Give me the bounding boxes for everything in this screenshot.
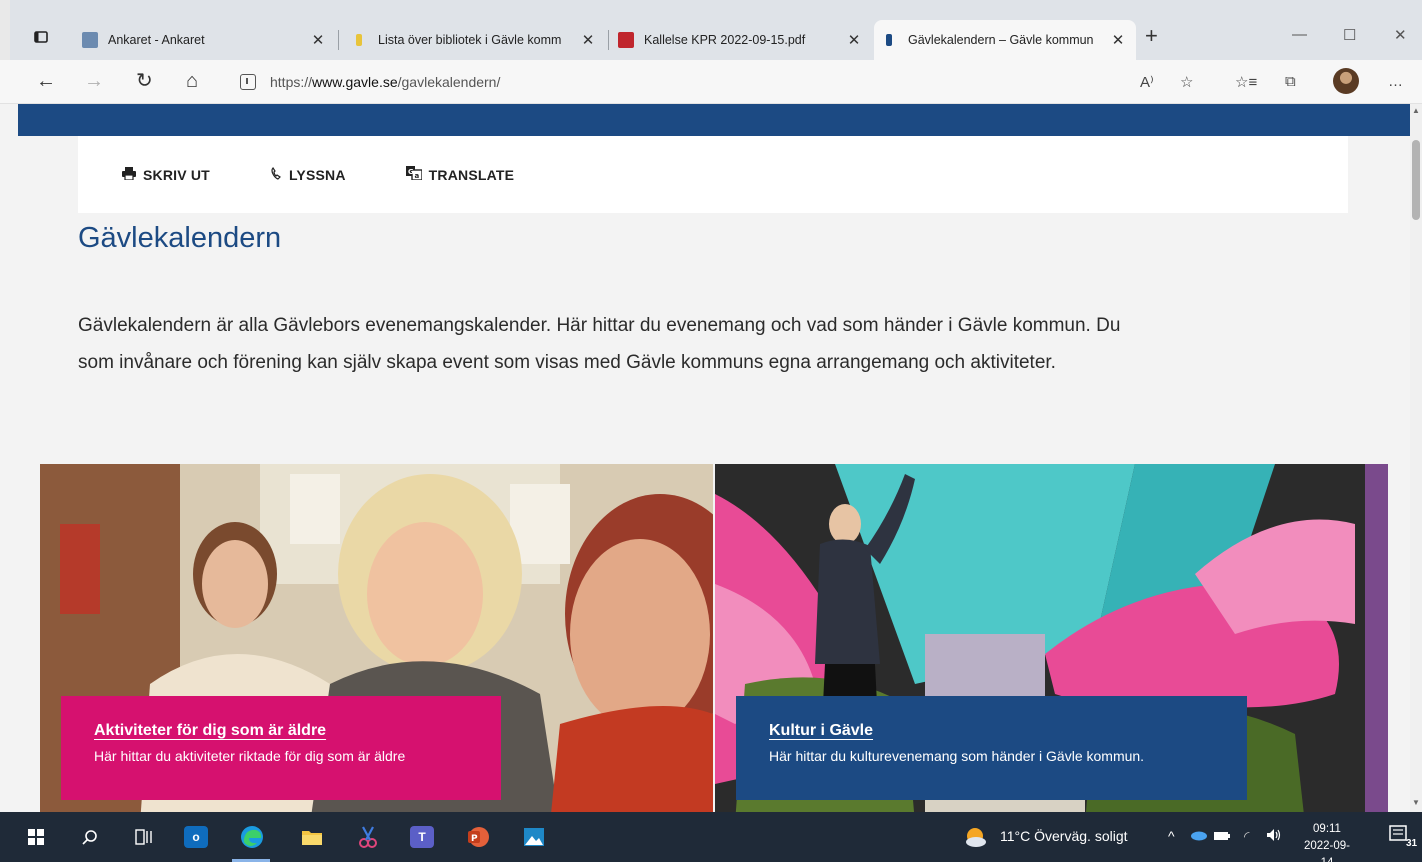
listen-icon	[270, 166, 282, 183]
show-hidden-icons-icon[interactable]: ^	[1168, 828, 1175, 844]
libraries-favicon-icon	[356, 34, 362, 46]
listen-label: LYSSNA	[288, 166, 346, 183]
elderly-activities-card[interactable]: Aktiviteter för dig som är äldre Här hit…	[40, 464, 713, 812]
svg-text:a: a	[414, 172, 419, 180]
task-view-icon[interactable]	[130, 823, 158, 851]
scrollbar-thumb[interactable]	[1412, 140, 1420, 220]
translate-label: TRANSLATE	[428, 166, 515, 183]
page-title: Gävlekalendern	[78, 222, 282, 254]
tab-title: Lista över bibliotek i Gävle komm	[378, 33, 562, 47]
culture-link[interactable]: Kultur i Gävle	[769, 722, 873, 740]
window-edge	[0, 0, 10, 60]
elderly-activities-description: Här hittar du aktiviteter riktade för di…	[94, 748, 406, 764]
translate-button[interactable]: Ga TRANSLATE	[405, 166, 515, 183]
minimize-icon[interactable]: —	[1292, 26, 1307, 43]
print-label: SKRIV UT	[143, 166, 210, 183]
search-icon[interactable]	[76, 823, 104, 851]
page-viewport: SKRIV UT LYSSNA Ga TRANSLATE Gävlekalend…	[10, 104, 1410, 812]
tab-pdf[interactable]: Kallelse KPR 2022-09-15.pdf ✕	[610, 20, 872, 60]
teams-icon[interactable]: T	[408, 823, 436, 851]
site-header-bar	[18, 104, 1410, 136]
tab-title: Kallelse KPR 2022-09-15.pdf	[644, 33, 806, 47]
home-icon[interactable]: ⌂	[186, 70, 198, 92]
notification-count: 31	[1406, 838, 1418, 849]
print-icon	[122, 166, 136, 183]
maximize-icon[interactable]: ☐	[1343, 26, 1356, 44]
collections-icon[interactable]: ⧉	[1285, 73, 1296, 90]
category-cards: Aktiviteter för dig som är äldre Här hit…	[40, 464, 1388, 812]
culture-description: Här hittar du kulturevenemang som händer…	[769, 748, 1145, 764]
listen-button[interactable]: LYSSNA	[270, 167, 346, 183]
translate-icon: Ga	[405, 166, 423, 183]
refresh-icon[interactable]: ↻	[136, 70, 153, 92]
onedrive-icon[interactable]	[1190, 828, 1208, 844]
svg-text:P: P	[471, 834, 478, 844]
scroll-up-icon[interactable]: ▲	[1412, 106, 1420, 115]
elderly-activities-caption: Aktiviteter för dig som är äldre Här hit…	[61, 696, 501, 800]
read-aloud-icon[interactable]: A⁾	[1140, 73, 1154, 91]
start-windows-icon[interactable]	[22, 823, 50, 851]
volume-icon[interactable]	[1266, 828, 1282, 845]
add-favorite-icon[interactable]: ☆	[1180, 73, 1193, 91]
tab-ankaret[interactable]: Ankaret - Ankaret ✕	[74, 20, 336, 60]
close-tab-icon[interactable]: ✕	[578, 31, 598, 49]
pdf-favicon-icon	[618, 32, 634, 48]
close-window-icon[interactable]: ✕	[1394, 26, 1407, 44]
tab-strip: Ankaret - Ankaret ✕ Lista över bibliotek…	[0, 0, 1422, 60]
photos-icon[interactable]	[520, 823, 548, 851]
close-tab-icon[interactable]: ✕	[844, 31, 864, 49]
tab-separator	[608, 30, 609, 50]
culture-card[interactable]: Kultur i Gävle Här hittar du kulturevene…	[715, 464, 1388, 812]
url-field[interactable]: https://www.gavle.se/gavlekalendern/	[240, 68, 1120, 96]
address-bar: ← → ↻ ⌂ https://www.gavle.se/gavlekalend…	[0, 60, 1422, 104]
intro-text: Gävlekalendern är alla Gävlebors evenema…	[78, 315, 1121, 373]
svg-text:G: G	[408, 168, 414, 176]
back-icon[interactable]: ←	[36, 70, 56, 92]
tab-title: Gävlekalendern – Gävle kommun	[908, 33, 1094, 47]
clock-time: 09:11	[1313, 823, 1341, 835]
tab-title: Ankaret - Ankaret	[108, 33, 205, 47]
tab-actions-icon[interactable]	[30, 26, 52, 48]
tab-separator	[338, 30, 339, 50]
site-info-icon[interactable]	[240, 74, 256, 90]
vertical-scrollbar[interactable]: ▲ ▼	[1410, 104, 1422, 812]
print-button[interactable]: SKRIV UT	[122, 166, 210, 183]
powerpoint-icon[interactable]: P	[464, 823, 492, 851]
outlook-icon[interactable]: o	[182, 823, 210, 851]
favorites-icon[interactable]: ☆≡	[1235, 73, 1257, 91]
settings-menu-icon[interactable]: …	[1388, 73, 1403, 90]
url-prefix: https://	[270, 74, 313, 90]
profile-avatar[interactable]	[1333, 68, 1359, 94]
snipping-tool-icon[interactable]	[354, 823, 382, 851]
gavle-favicon-icon	[886, 34, 892, 46]
edge-browser-icon[interactable]	[238, 823, 266, 851]
scroll-down-icon[interactable]: ▼	[1412, 798, 1420, 807]
ankaret-favicon-icon	[82, 32, 98, 48]
culture-caption: Kultur i Gävle Här hittar du kulturevene…	[736, 696, 1247, 800]
weather-icon[interactable]	[963, 826, 987, 851]
weather-text[interactable]: 11°C Överväg. soligt	[1000, 828, 1128, 844]
file-explorer-icon[interactable]	[298, 823, 326, 851]
url-host: www.gavle.se	[312, 74, 398, 90]
url-path: /gavlekalendern/	[397, 74, 501, 90]
forward-icon[interactable]: →	[84, 70, 104, 92]
new-tab-icon[interactable]: +	[1145, 25, 1158, 47]
page-tools: SKRIV UT LYSSNA Ga TRANSLATE	[78, 136, 1348, 213]
tab-libraries[interactable]: Lista över bibliotek i Gävle komm ✕	[344, 20, 606, 60]
tab-gavlekalendern[interactable]: Gävlekalendern – Gävle kommun ✕	[874, 20, 1136, 60]
windows-taskbar: o T P 11°C Överväg. soligt ^ ◜ 09:11 202…	[0, 812, 1422, 862]
battery-icon[interactable]	[1214, 828, 1230, 844]
close-tab-icon[interactable]: ✕	[1108, 31, 1128, 49]
system-clock[interactable]: 09:11 2022-09-14	[1300, 821, 1354, 862]
elderly-activities-link[interactable]: Aktiviteter för dig som är äldre	[94, 722, 326, 740]
network-icon[interactable]: ◜	[1244, 828, 1249, 845]
clock-date: 2022-09-14	[1303, 840, 1351, 862]
close-tab-icon[interactable]: ✕	[308, 31, 328, 49]
